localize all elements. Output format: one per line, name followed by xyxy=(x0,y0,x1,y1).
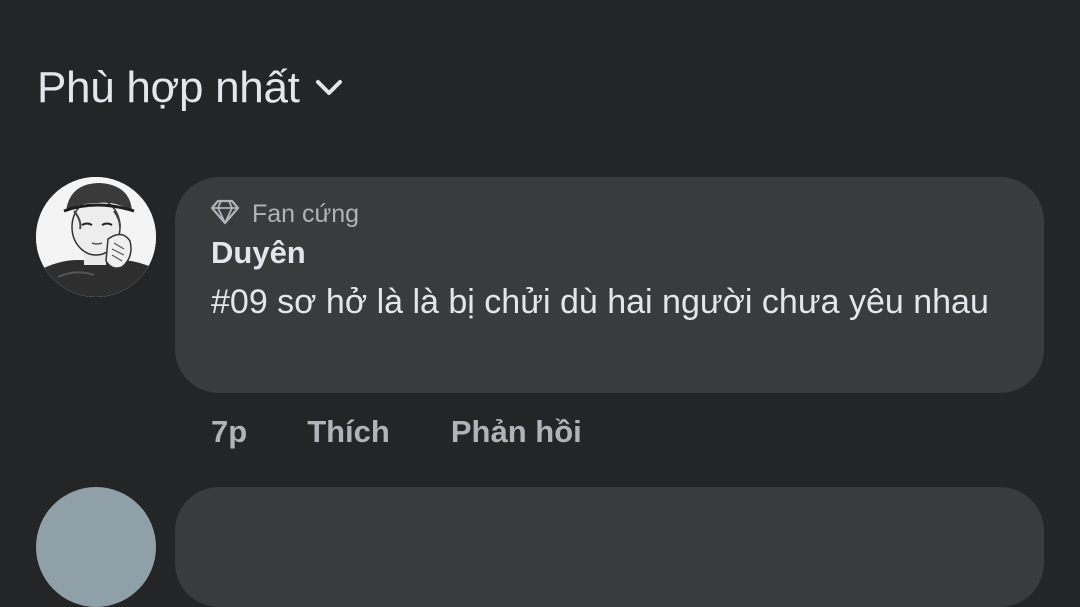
sort-dropdown[interactable]: Phù hợp nhất xyxy=(37,58,344,118)
reply-button[interactable]: Phản hồi xyxy=(451,414,582,450)
next-comment-avatar[interactable] xyxy=(36,487,156,607)
chevron-down-icon xyxy=(314,73,344,103)
like-button[interactable]: Thích xyxy=(307,414,390,450)
avatar[interactable] xyxy=(36,177,156,297)
sort-label: Phù hợp nhất xyxy=(37,63,300,112)
diamond-icon xyxy=(210,199,240,230)
comment-bubble: Fan cứng Duyên #09 sơ hở là là bị chửi d… xyxy=(175,177,1044,393)
next-comment-bubble xyxy=(175,487,1044,607)
avatar-illustration xyxy=(36,177,156,297)
comment-time[interactable]: 7p xyxy=(211,414,247,450)
fan-badge: Fan cứng xyxy=(210,199,359,230)
comment-author[interactable]: Duyên xyxy=(211,235,306,271)
badge-label: Fan cứng xyxy=(252,200,360,228)
comment-actions: 7p Thích Phản hồi xyxy=(211,410,582,454)
comment-text: #09 sơ hở là là bị chửi dù hai người chư… xyxy=(211,283,989,321)
